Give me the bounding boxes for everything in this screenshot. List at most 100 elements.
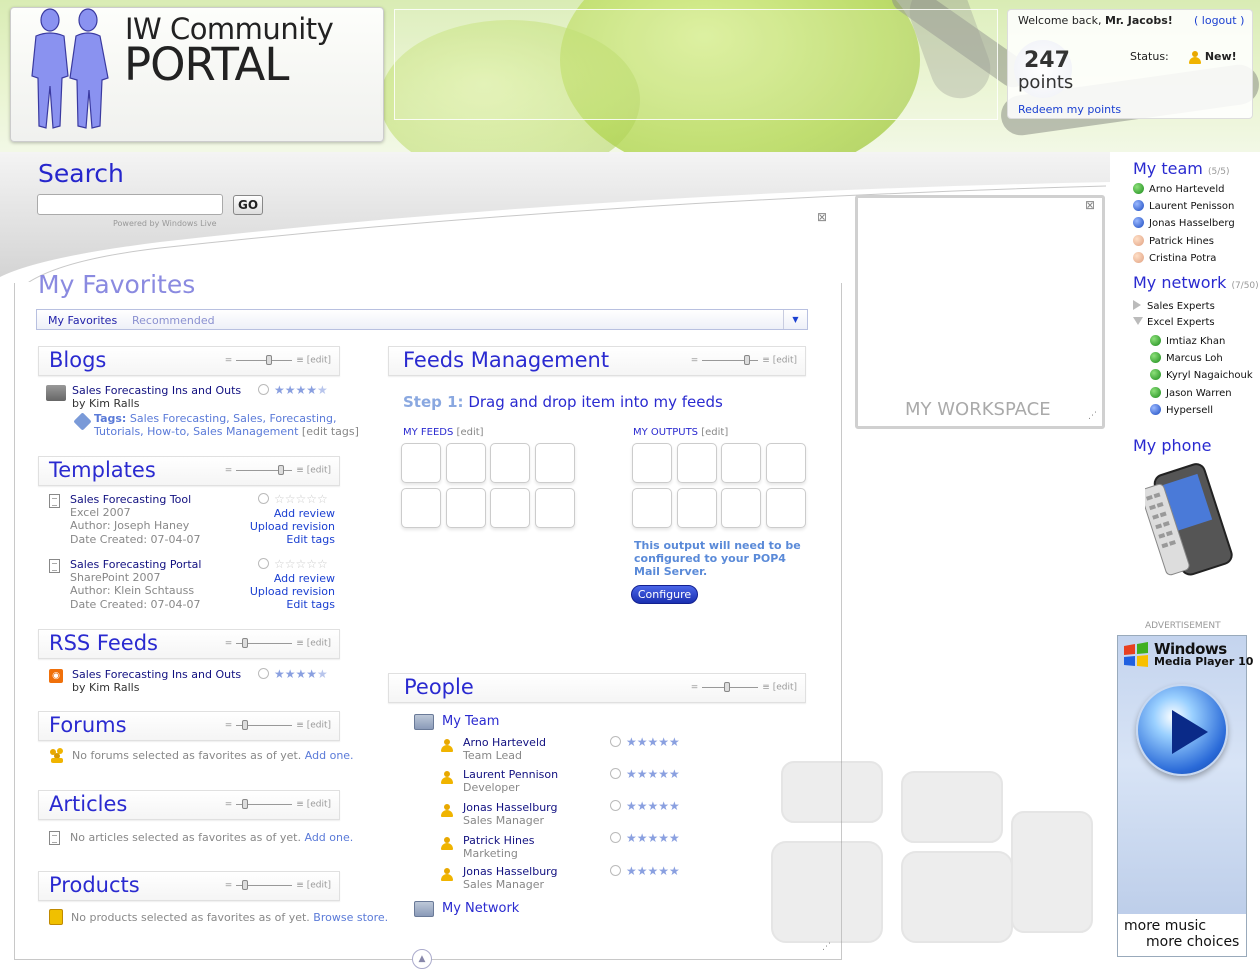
upload-revision-link[interactable]: Upload revision: [250, 585, 335, 598]
rating-reset-icon[interactable]: [610, 736, 621, 747]
edit-link[interactable]: [edit]: [307, 466, 331, 476]
search-go-button[interactable]: GO: [233, 195, 263, 215]
add-review-link[interactable]: Add review: [274, 572, 335, 585]
output-slot[interactable]: [721, 443, 761, 483]
person-name[interactable]: Jonas Hasselburg: [463, 865, 557, 878]
rating-reset-icon[interactable]: [258, 493, 269, 504]
feed-slot[interactable]: [490, 488, 530, 528]
rss-rating[interactable]: ★★★★★: [258, 667, 328, 681]
close-icon[interactable]: ⊠: [817, 210, 827, 224]
rating-reset-icon[interactable]: [258, 384, 269, 395]
output-slot[interactable]: [721, 488, 761, 528]
upload-revision-link[interactable]: Upload revision: [250, 520, 335, 533]
rating-reset-icon[interactable]: [610, 865, 621, 876]
resize-handle-icon[interactable]: ⋰: [822, 942, 831, 952]
blog-rating[interactable]: ★★★★★: [258, 383, 328, 397]
rating-reset-icon[interactable]: [610, 832, 621, 843]
blog-item-title[interactable]: Sales Forecasting Ins and Outs: [72, 384, 241, 397]
team-member[interactable]: Laurent Penisson: [1133, 200, 1234, 212]
output-slot[interactable]: [632, 488, 672, 528]
smartphone-icon[interactable]: [1145, 462, 1237, 577]
resize-handle-icon[interactable]: ⋰: [1088, 411, 1097, 421]
network-member[interactable]: Imtiaz Khan: [1150, 335, 1225, 347]
rating-reset-icon[interactable]: [610, 800, 621, 811]
size-slider[interactable]: [702, 355, 759, 365]
edit-link[interactable]: [edit]: [307, 881, 331, 891]
expand-icon[interactable]: ▲: [412, 949, 432, 969]
template-rating[interactable]: ☆☆☆☆☆: [258, 492, 328, 506]
my-network-group[interactable]: My Network: [442, 901, 519, 916]
my-team-group[interactable]: My Team: [442, 714, 499, 729]
person-rating[interactable]: ★★★★★: [610, 864, 680, 878]
network-member[interactable]: Hypersell: [1150, 404, 1213, 416]
output-slot[interactable]: [766, 443, 806, 483]
team-member[interactable]: Jonas Hasselberg: [1133, 217, 1235, 229]
size-slider[interactable]: [236, 465, 293, 475]
rss-item-title[interactable]: Sales Forecasting Ins and Outs: [72, 668, 241, 681]
tab-my-favorites[interactable]: My Favorites: [48, 314, 117, 327]
template-item-title[interactable]: Sales Forecasting Portal: [70, 558, 201, 571]
edit-link[interactable]: [edit]: [457, 427, 484, 438]
edit-link[interactable]: [edit]: [773, 683, 797, 693]
size-slider[interactable]: [236, 880, 293, 890]
network-member[interactable]: Kyryl Nagaichouk: [1150, 369, 1253, 381]
close-icon[interactable]: ⊠: [1085, 198, 1095, 212]
person-rating[interactable]: ★★★★★: [610, 735, 680, 749]
template-rating[interactable]: ☆☆☆☆☆: [258, 557, 328, 571]
edit-tags-link[interactable]: Edit tags: [286, 598, 335, 611]
tab-recommended[interactable]: Recommended: [132, 314, 215, 327]
network-group-expanded[interactable]: Excel Experts: [1133, 317, 1215, 328]
person-name[interactable]: Laurent Pennison: [463, 768, 558, 781]
tags-list-1[interactable]: Sales Forecasting, Sales, Forecasting,: [130, 412, 337, 425]
edit-link[interactable]: [edit]: [773, 356, 797, 366]
edit-link[interactable]: [edit]: [307, 721, 331, 731]
edit-tags-link[interactable]: Edit tags: [286, 533, 335, 546]
logout-link[interactable]: ( logout ): [1194, 14, 1244, 27]
add-review-link[interactable]: Add review: [274, 507, 335, 520]
size-slider[interactable]: [236, 638, 293, 648]
size-slider[interactable]: [702, 682, 759, 692]
team-member[interactable]: Cristina Potra: [1133, 252, 1216, 264]
advertisement-banner[interactable]: Windows Media Player 10 more music more …: [1117, 635, 1253, 957]
expand-arrow-icon[interactable]: [1133, 300, 1141, 310]
edit-tags-link[interactable]: [edit tags]: [302, 425, 359, 438]
redeem-points-link[interactable]: Redeem my points: [1018, 103, 1121, 116]
tags-list-2[interactable]: Tutorials, How-to, Sales Management: [94, 425, 298, 438]
search-input[interactable]: [37, 194, 223, 215]
feed-slot[interactable]: [490, 443, 530, 483]
person-name[interactable]: Patrick Hines: [463, 834, 534, 847]
template-item-title[interactable]: Sales Forecasting Tool: [70, 493, 191, 506]
output-slot[interactable]: [677, 488, 717, 528]
team-member[interactable]: Patrick Hines: [1133, 235, 1214, 247]
add-forum-link[interactable]: Add one.: [305, 749, 354, 762]
edit-link[interactable]: [edit]: [307, 639, 331, 649]
feed-slot[interactable]: [446, 443, 486, 483]
edit-link[interactable]: [edit]: [701, 427, 728, 438]
configure-button[interactable]: Configure: [631, 585, 698, 604]
size-slider[interactable]: [236, 799, 293, 809]
output-slot[interactable]: [632, 443, 672, 483]
feed-slot[interactable]: [446, 488, 486, 528]
output-slot[interactable]: [677, 443, 717, 483]
rating-reset-icon[interactable]: [258, 668, 269, 679]
feed-slot[interactable]: [401, 443, 441, 483]
rating-reset-icon[interactable]: [258, 558, 269, 569]
network-group-collapsed[interactable]: Sales Experts: [1133, 300, 1215, 312]
feed-slot[interactable]: [535, 443, 575, 483]
edit-link[interactable]: [edit]: [307, 800, 331, 810]
person-rating[interactable]: ★★★★★: [610, 831, 680, 845]
team-member[interactable]: Arno Harteveld: [1133, 183, 1224, 195]
feed-slot[interactable]: [401, 488, 441, 528]
feed-slot[interactable]: [535, 488, 575, 528]
network-member[interactable]: Jason Warren: [1150, 387, 1232, 399]
person-rating[interactable]: ★★★★★: [610, 799, 680, 813]
person-name[interactable]: Jonas Hasselburg: [463, 801, 557, 814]
person-rating[interactable]: ★★★★★: [610, 767, 680, 781]
collapse-arrow-icon[interactable]: [1133, 317, 1143, 325]
edit-link[interactable]: [edit]: [307, 356, 331, 366]
output-slot[interactable]: [766, 488, 806, 528]
browse-store-link[interactable]: Browse store.: [313, 911, 388, 924]
chevron-down-icon[interactable]: ▼: [783, 310, 807, 329]
person-name[interactable]: Arno Harteveld: [463, 736, 546, 749]
add-article-link[interactable]: Add one.: [304, 831, 353, 844]
